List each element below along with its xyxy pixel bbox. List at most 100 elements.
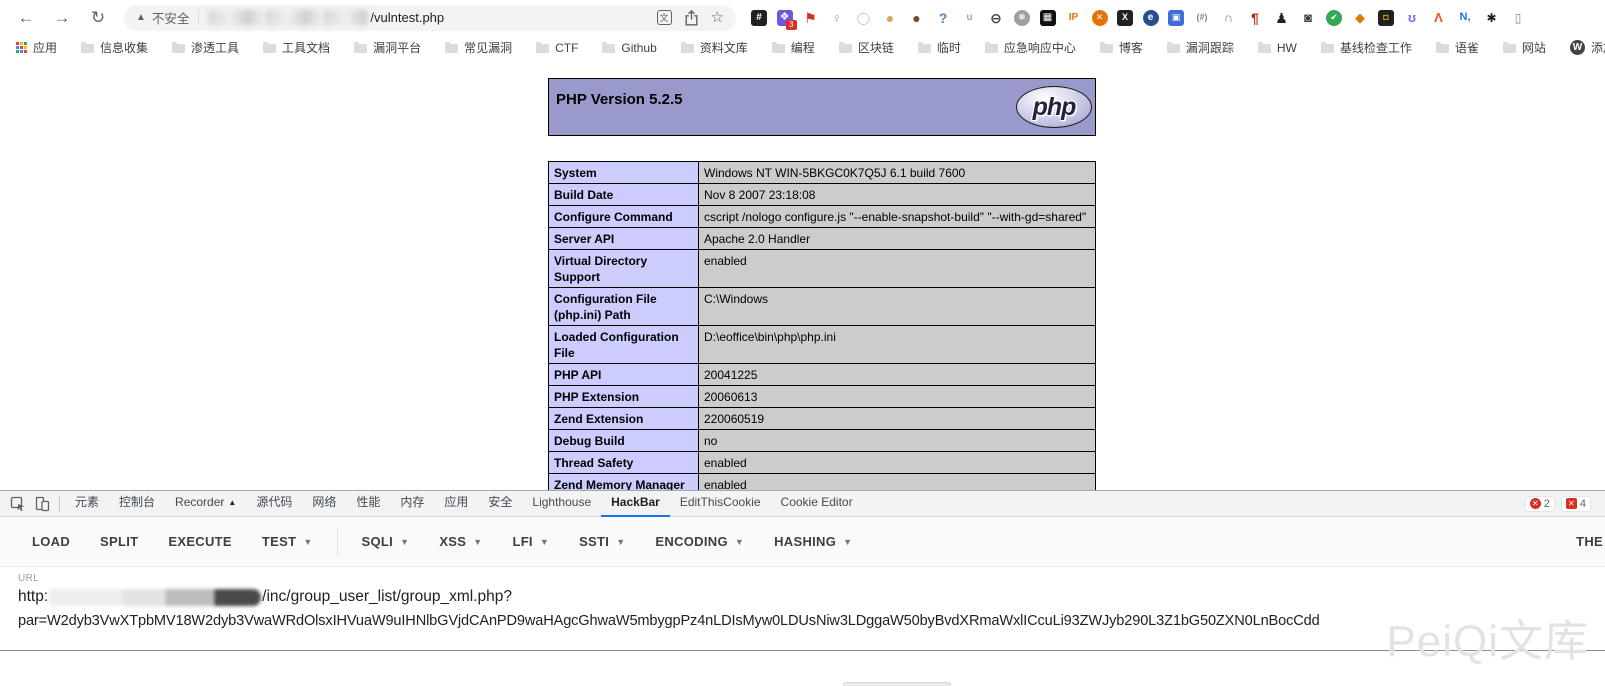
reload-button[interactable]: ↻ [86, 8, 110, 28]
back-button[interactable]: ← [14, 8, 38, 28]
bottom-clipped-button[interactable] [843, 682, 951, 686]
extension-icon[interactable]: (#) [1194, 9, 1211, 26]
extension-icon[interactable]: ∩ [1220, 9, 1237, 26]
extension-icon[interactable]: ❅ [1014, 10, 1030, 26]
bookmark-item[interactable]: 信息收集 [81, 39, 148, 56]
extension-icon[interactable]: ◙ [1300, 9, 1317, 26]
extension-icon[interactable]: ◯ [855, 9, 872, 26]
bookmark-item[interactable]: HW [1258, 41, 1297, 55]
device-toolbar-icon[interactable] [30, 492, 54, 516]
bookmark-item[interactable]: 区块链 [839, 39, 894, 56]
devtools-tab[interactable]: Cookie Editor [771, 491, 863, 517]
extension-icon[interactable]: ✕ [1092, 10, 1108, 26]
devtools-tab[interactable]: 网络 [302, 491, 346, 517]
theme-button-clipped[interactable]: THE [1576, 534, 1603, 549]
extension-icon[interactable]: ✔ [1326, 10, 1342, 26]
bookmark-item[interactable]: 博客 [1100, 39, 1143, 56]
bookmark-item[interactable]: 应急响应中心 [985, 39, 1076, 56]
not-secure-warning-icon[interactable]: ▲ [136, 12, 146, 23]
bookmark-item[interactable]: 漏洞平台 [354, 39, 421, 56]
extension-glyph: ∩ [1224, 11, 1233, 24]
hackbar-button[interactable]: SSTI ▼ [579, 534, 625, 549]
bookmark-item[interactable]: 工具文档 [263, 39, 330, 56]
extension-icon[interactable]: ? [935, 9, 952, 26]
bookmark-item[interactable]: 资料文库 [681, 39, 748, 56]
hackbar-button[interactable]: HASHING ▼ [774, 534, 852, 549]
devtools-tab[interactable]: Lighthouse [522, 491, 601, 517]
hackbar-button[interactable]: XSS ▼ [439, 534, 482, 549]
extension-icon[interactable]: ▣ [1168, 10, 1184, 26]
bookmark-item[interactable]: 常见漏洞 [445, 39, 512, 56]
blocked-requests-badge[interactable]: 4 [1561, 496, 1591, 512]
bookmark-item[interactable]: 编程 [772, 39, 815, 56]
devtools-tab[interactable]: EditThisCookie [670, 491, 771, 517]
table-row: Server API Apache 2.0 Handler [549, 228, 1096, 250]
devtools-tab[interactable]: 安全 [478, 491, 522, 517]
extension-icon[interactable]: ▯ [1510, 9, 1527, 26]
address-bar[interactable]: ▲ 不安全 /vulntest.php ☆ [124, 5, 736, 31]
extension-icon[interactable]: ⊖ [988, 9, 1005, 26]
bookmark-item[interactable]: 网站 [1503, 39, 1546, 56]
bookmark-item[interactable]: 渗透工具 [172, 39, 239, 56]
bookmark-item[interactable]: CTF [536, 41, 578, 55]
hackbar-button[interactable]: ENCODING ▼ [655, 534, 744, 549]
devtools-tab[interactable]: 源代码 [246, 491, 302, 517]
extension-icon[interactable]: ✱ [1483, 9, 1500, 26]
extension-icon[interactable]: # [751, 10, 767, 26]
bookmark-item[interactable]: Github [602, 41, 656, 55]
extension-icon[interactable]: ▦ [1040, 10, 1056, 26]
extension-icon[interactable]: IP [1065, 9, 1082, 26]
phpinfo-container: PHP Version 5.2.5 php System Windows NT … [548, 60, 1096, 490]
table-row-label: Zend Extension [549, 408, 699, 430]
extension-icon[interactable]: ❖ 3 [777, 10, 793, 26]
extension-icon[interactable]: ¶ [1247, 9, 1264, 26]
inspect-element-icon[interactable] [6, 492, 30, 516]
extension-icon[interactable]: Λ [1430, 9, 1447, 26]
devtools-tab[interactable]: 控制台 [109, 491, 165, 517]
extension-icon[interactable]: ⚑ [802, 9, 819, 26]
bookmark-item[interactable]: 添加新网址 ‹ PeiQi… [1570, 39, 1605, 56]
devtools-tab[interactable]: 性能 [346, 491, 390, 517]
devtools-tab[interactable]: 应用 [434, 491, 478, 517]
hackbar-button[interactable]: LFI ▼ [512, 534, 549, 549]
extension-icon[interactable]: ◘ [1378, 10, 1394, 26]
devtools-tab[interactable]: Recorder ▲ [165, 491, 246, 517]
extension-glyph: Λ [1434, 11, 1443, 24]
phpinfo-table: System Windows NT WIN-5BKGC0K7Q5J 6.1 bu… [548, 161, 1096, 490]
hackbar-toolbar: LOAD SPLIT EXECUTE TEST ▼ [0, 517, 1605, 567]
extension-icon[interactable]: ● [882, 9, 899, 26]
bookmark-item[interactable]: 语雀 [1436, 39, 1479, 56]
share-icon[interactable] [685, 10, 698, 26]
bookmark-item[interactable]: 临时 [918, 39, 961, 56]
extension-icon[interactable]: ʊ [1404, 9, 1421, 26]
hackbar-button[interactable]: TEST ▼ [262, 534, 313, 549]
translate-icon[interactable] [657, 10, 672, 25]
hackbar-button[interactable]: SPLIT [100, 534, 138, 549]
devtools-tab[interactable]: 内存 [390, 491, 434, 517]
extension-icon[interactable]: N, [1457, 9, 1474, 26]
extension-icon[interactable]: u [961, 9, 978, 26]
devtools-tab[interactable]: 元素 [65, 491, 109, 517]
hackbar-button[interactable] [337, 528, 338, 556]
extension-icon[interactable]: ♀ [829, 9, 846, 26]
extension-icon[interactable]: ◆ [1352, 9, 1369, 26]
bookmark-star-icon[interactable]: ☆ [711, 10, 724, 25]
extension-glyph: ⊖ [990, 11, 1002, 25]
bookmark-item[interactable]: 漏洞跟踪 [1167, 39, 1234, 56]
extension-icon[interactable]: ♟ [1273, 9, 1290, 26]
extension-icon[interactable]: e [1143, 10, 1159, 26]
bookmark-item[interactable]: 应用 [16, 39, 57, 56]
hackbar-button[interactable]: EXECUTE [168, 534, 232, 549]
not-secure-label[interactable]: 不安全 [152, 8, 190, 27]
hackbar-button[interactable]: LOAD [32, 534, 70, 549]
extension-icon[interactable]: ● [908, 9, 925, 26]
blocked-icon [1566, 498, 1577, 509]
bookmark-item[interactable]: 基线检查工作 [1321, 39, 1412, 56]
url-input-field[interactable]: URL http: /inc/group_user_list/group_xml… [0, 567, 1605, 651]
table-row-label: Server API [549, 228, 699, 250]
console-errors-badge[interactable]: 2 [1525, 496, 1555, 512]
devtools-tab[interactable]: HackBar [601, 491, 670, 517]
hackbar-button[interactable]: SQLI ▼ [362, 534, 410, 549]
forward-button[interactable]: → [50, 8, 74, 28]
extension-icon[interactable]: X [1117, 10, 1133, 26]
